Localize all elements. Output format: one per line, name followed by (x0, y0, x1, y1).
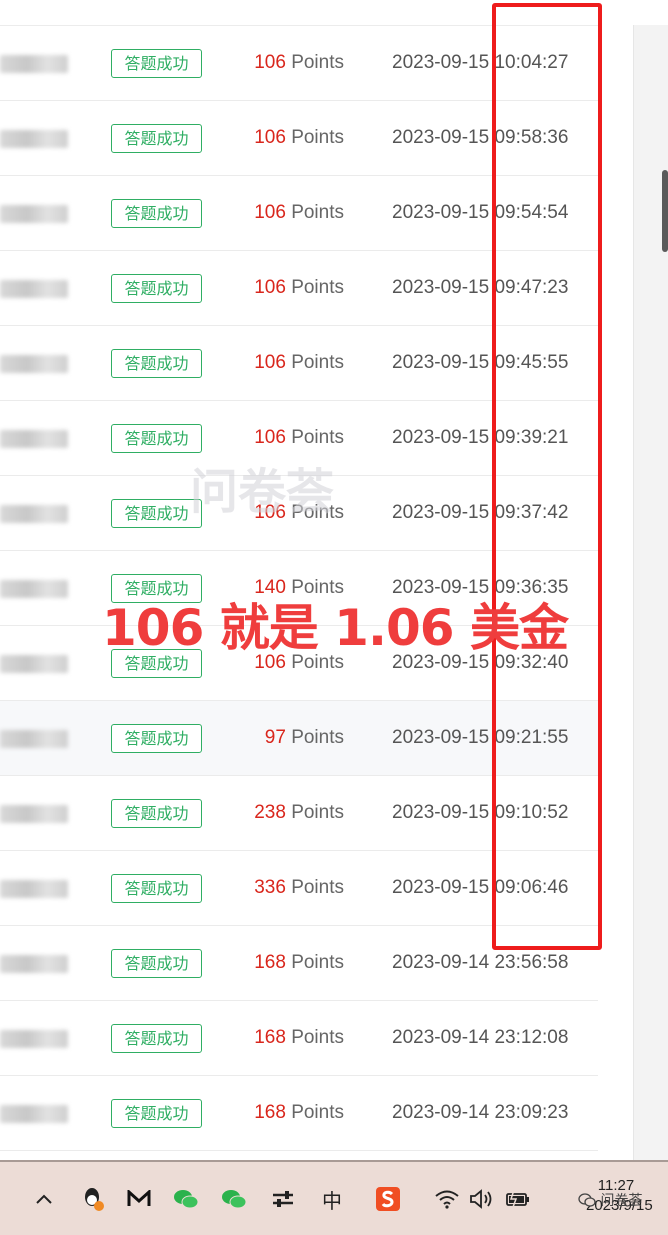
points-number: 106 (254, 352, 286, 373)
points-unit: Points (291, 202, 344, 223)
points-unit: Points (291, 1102, 344, 1123)
record-time: 2023-09-14 23:12:08 (392, 1027, 569, 1048)
speaker-icon[interactable] (468, 1184, 496, 1214)
points-value: 106 Points (254, 126, 344, 150)
points-number: 106 (254, 277, 286, 298)
points-value: 336 Points (254, 876, 344, 900)
blurred-username (0, 55, 68, 73)
points-number: 168 (254, 952, 286, 973)
points-unit: Points (291, 577, 344, 598)
blurred-username (0, 580, 68, 598)
record-time: 2023-09-14 23:56:58 (392, 952, 569, 973)
mail-icon[interactable] (126, 1184, 152, 1214)
battery-icon[interactable] (505, 1184, 531, 1214)
status-badge: 答题成功 (111, 799, 202, 828)
status-badge: 答题成功 (111, 349, 202, 378)
points-unit: Points (291, 427, 344, 448)
blurred-username (0, 430, 68, 448)
wifi-icon[interactable] (433, 1184, 461, 1214)
points-number: 106 (254, 427, 286, 448)
points-value: 106 Points (254, 201, 344, 225)
blurred-username (0, 130, 68, 148)
blurred-username (0, 955, 68, 973)
wechat-mark-icon (578, 1193, 596, 1207)
points-unit: Points (291, 352, 344, 373)
ime-icon[interactable]: 中 (318, 1184, 346, 1214)
points-unit: Points (291, 1027, 344, 1048)
wechat-icon[interactable] (172, 1184, 200, 1214)
records-page: 答题成功 106 Points 2023-09-15 10:04:27 答题成功 106… (0, 0, 668, 1160)
points-number: 140 (254, 577, 286, 598)
points-unit: Points (291, 277, 344, 298)
annotation-text: 106 就是 1.06 美金 (102, 599, 569, 657)
table-row: 答题成功 168 Points 2023-09-14 23:12:08 (0, 1001, 598, 1076)
status-badge: 答题成功 (111, 1024, 202, 1053)
blurred-username (0, 505, 68, 523)
points-unit: Points (291, 127, 344, 148)
sogou-icon[interactable] (374, 1184, 402, 1214)
points-unit: Points (291, 952, 344, 973)
points-number: 168 (254, 1102, 286, 1123)
points-unit: Points (291, 52, 344, 73)
status-badge: 答题成功 (111, 199, 202, 228)
status-badge: 答题成功 (111, 49, 202, 78)
chevron-up-icon[interactable] (33, 1184, 55, 1214)
blurred-username (0, 655, 68, 673)
table-row: 答题成功 168 Points 2023-09-14 23:09:23 (0, 1076, 598, 1151)
wechat-icon[interactable] (220, 1184, 248, 1214)
points-value: 168 Points (254, 1026, 344, 1050)
points-number: 336 (254, 877, 286, 898)
blurred-username (0, 355, 68, 373)
points-unit: Points (291, 802, 344, 823)
qq-icon[interactable] (80, 1184, 106, 1214)
points-number: 106 (254, 52, 286, 73)
wechat-mark-text: 问卷荟 (600, 1193, 643, 1209)
points-value: 106 Points (254, 276, 344, 300)
record-time: 2023-09-14 23:09:23 (392, 1102, 569, 1123)
status-badge: 答题成功 (111, 124, 202, 153)
blurred-username (0, 730, 68, 748)
points-value: 168 Points (254, 1101, 344, 1125)
blurred-username (0, 880, 68, 898)
settings-sliders-icon[interactable] (270, 1184, 296, 1214)
points-unit: Points (291, 727, 344, 748)
status-badge: 答题成功 (111, 949, 202, 978)
status-badge: 答题成功 (111, 874, 202, 903)
points-value: 238 Points (254, 801, 344, 825)
points-number: 106 (254, 202, 286, 223)
status-badge: 答题成功 (111, 424, 202, 453)
status-badge: 答题成功 (111, 499, 202, 528)
points-value: 106 Points (254, 351, 344, 375)
points-number: 168 (254, 1027, 286, 1048)
taskbar: 中 11:27 2023/9/15 (0, 1160, 668, 1235)
blurred-username (0, 1030, 68, 1048)
blurred-username (0, 205, 68, 223)
points-value: 106 Points (254, 51, 344, 75)
points-number: 106 (254, 127, 286, 148)
scrollbar-thumb[interactable] (662, 170, 668, 252)
points-value: 97 Points (265, 726, 344, 750)
points-number: 97 (264, 727, 286, 748)
status-badge: 答题成功 (111, 274, 202, 303)
status-badge: 答题成功 (111, 1099, 202, 1128)
watermark-text: 问卷荟 (190, 464, 335, 520)
points-value: 140 Points (254, 576, 344, 600)
points-unit: Points (291, 877, 344, 898)
wechat-watermark: 问卷荟 (578, 1190, 642, 1210)
blurred-username (0, 280, 68, 298)
points-value: 106 Points (254, 426, 344, 450)
blurred-username (0, 805, 68, 823)
points-value: 168 Points (254, 951, 344, 975)
time-highlight-box (492, 3, 602, 950)
status-badge: 答题成功 (111, 724, 202, 753)
blurred-username (0, 1105, 68, 1123)
points-number: 238 (254, 802, 286, 823)
